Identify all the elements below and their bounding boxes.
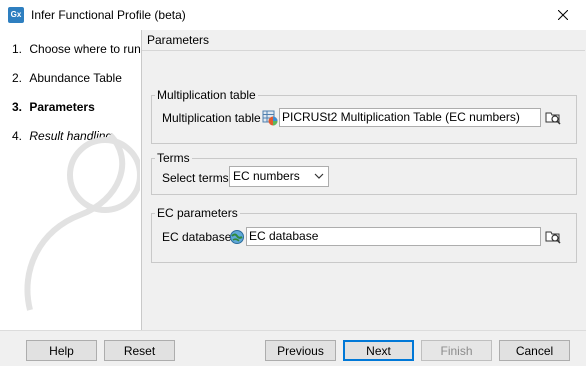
ec-database-label: EC database (162, 230, 232, 244)
next-button[interactable]: Next (343, 340, 414, 361)
select-terms-dropdown[interactable]: EC numbers (229, 166, 329, 187)
select-terms-label: Select terms (162, 171, 229, 185)
multiplication-table-field[interactable]: PICRUSt2 Multiplication Table (EC number… (279, 108, 541, 127)
step-number: 2. (12, 71, 23, 85)
finish-button[interactable]: Finish (421, 340, 492, 361)
step-number: 1. (12, 42, 23, 56)
parameters-panel: Parameters Multiplication table Multipli… (142, 30, 585, 330)
step-number: 3. (12, 100, 23, 114)
step-label: Abundance Table (29, 71, 122, 85)
ec-parameters-legend: EC parameters (157, 206, 238, 220)
step-label: Choose where to run (29, 42, 141, 56)
step-label: Parameters (29, 100, 95, 114)
button-bar: Help Reset Previous Next Finish Cancel (0, 330, 586, 366)
close-icon (558, 10, 568, 20)
terms-legend: Terms (157, 151, 190, 165)
reset-button[interactable]: Reset (104, 340, 175, 361)
window-title: Infer Functional Profile (beta) (31, 8, 186, 22)
app-icon: Gx (8, 7, 24, 23)
browse-folder-icon[interactable] (544, 227, 562, 245)
cancel-button[interactable]: Cancel (499, 340, 570, 361)
step-choose-where-to-run: 1. Choose where to run (12, 42, 141, 56)
panel-title: Parameters (147, 33, 210, 47)
step-abundance-table: 2. Abundance Table (12, 71, 122, 85)
multiplication-table-icon (262, 110, 278, 126)
close-button[interactable] (540, 0, 586, 30)
ec-database-field[interactable]: EC database (246, 227, 541, 246)
previous-button[interactable]: Previous (265, 340, 336, 361)
multiplication-table-label: Multiplication table (162, 111, 261, 125)
title-bar: Gx Infer Functional Profile (beta) (0, 0, 586, 30)
browse-folder-icon[interactable] (544, 108, 562, 126)
step-parameters: 3. Parameters (12, 100, 95, 114)
chevron-down-icon (314, 167, 324, 192)
divider (142, 50, 585, 51)
help-button[interactable]: Help (26, 340, 97, 361)
wizard-steps-panel: 1. Choose where to run 2. Abundance Tabl… (0, 30, 142, 330)
multiplication-table-legend: Multiplication table (157, 88, 256, 102)
decorative-background-icon (24, 132, 140, 311)
select-terms-value: EC numbers (233, 169, 300, 183)
database-icon (230, 230, 244, 244)
